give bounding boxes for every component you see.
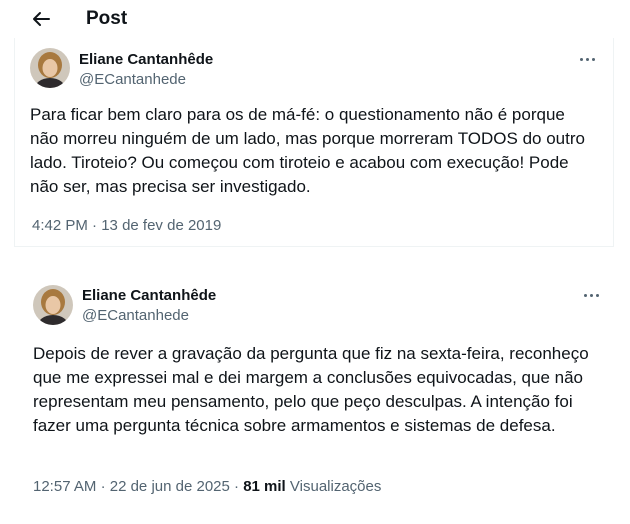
author-handle[interactable]: @ECantanhede xyxy=(79,71,186,88)
post-header: Post xyxy=(0,0,630,40)
tweet-meta: 12:57 AM · 22 de jun de 2025 · 81 mil Vi… xyxy=(33,478,381,495)
author-name[interactable]: Eliane Cantanhêde xyxy=(82,287,216,304)
author-handle[interactable]: @ECantanhede xyxy=(82,307,189,324)
avatar[interactable] xyxy=(33,285,73,325)
meta-separator: · xyxy=(100,478,106,495)
profile-photo-icon xyxy=(30,48,70,88)
tweet-time[interactable]: 12:57 AM xyxy=(33,478,96,495)
page-title: Post xyxy=(86,8,128,29)
more-horizontal-icon xyxy=(583,293,587,297)
tweet-time: 4:42 PM xyxy=(32,217,88,234)
tweet-card: Eliane Cantanhêde @ECantanhede Para fica… xyxy=(14,38,614,247)
meta-separator: · xyxy=(234,478,240,495)
tweet-date[interactable]: 22 de jun de 2025 xyxy=(110,478,230,495)
views-count[interactable]: 81 mil xyxy=(243,478,286,495)
more-horizontal-icon xyxy=(579,57,583,61)
back-button[interactable] xyxy=(28,6,54,32)
views-label: Visualizações xyxy=(289,478,382,495)
tweet-card: Eliane Cantanhêde @ECantanhede Depois de… xyxy=(16,268,616,508)
more-options-button[interactable] xyxy=(579,288,603,302)
author-name[interactable]: Eliane Cantanhêde xyxy=(79,51,213,68)
tweet-timestamp[interactable]: 4:42 PM · 13 de fev de 2019 xyxy=(32,217,221,234)
tweet-date: 13 de fev de 2019 xyxy=(101,217,222,234)
avatar[interactable] xyxy=(30,48,70,88)
arrow-left-icon xyxy=(33,12,50,26)
tweet-text: Para ficar bem claro para os de má-fé: o… xyxy=(30,105,585,196)
tweet-text: Depois de rever a gravação da pergunta q… xyxy=(33,344,589,435)
more-options-button[interactable] xyxy=(575,52,599,66)
profile-photo-icon xyxy=(33,285,73,325)
meta-separator: · xyxy=(92,217,98,234)
